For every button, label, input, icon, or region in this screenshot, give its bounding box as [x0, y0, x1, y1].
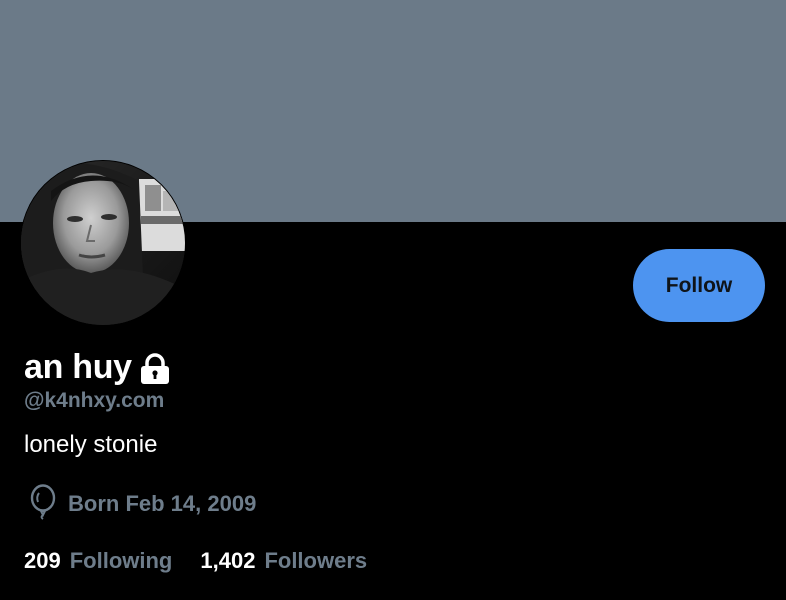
following-link[interactable]: 209 Following	[24, 548, 172, 574]
profile-handle: @k4nhxy.com	[24, 389, 165, 412]
followers-label: Followers	[264, 548, 368, 573]
avatar[interactable]	[20, 160, 186, 326]
profile-page: Follow an huy @k4nhxy.com lonely stonie …	[0, 0, 786, 600]
profile-bio: lonely stonie	[24, 431, 158, 458]
following-count: 209	[24, 548, 61, 573]
followers-link[interactable]: 1,402 Followers	[200, 548, 367, 574]
birthday-row: Born Feb 14, 2009	[28, 483, 257, 525]
avatar-photo	[21, 161, 185, 325]
profile-name-row: an huy	[24, 345, 172, 389]
display-name: an huy	[24, 347, 132, 386]
profile-stats: 209 Following 1,402 Followers	[24, 547, 367, 575]
follow-button[interactable]: Follow	[633, 249, 765, 322]
lock-icon	[138, 353, 172, 385]
following-label: Following	[69, 548, 173, 573]
birth-date: Born Feb 14, 2009	[68, 491, 257, 516]
balloon-icon	[28, 483, 58, 525]
followers-count: 1,402	[200, 548, 256, 573]
